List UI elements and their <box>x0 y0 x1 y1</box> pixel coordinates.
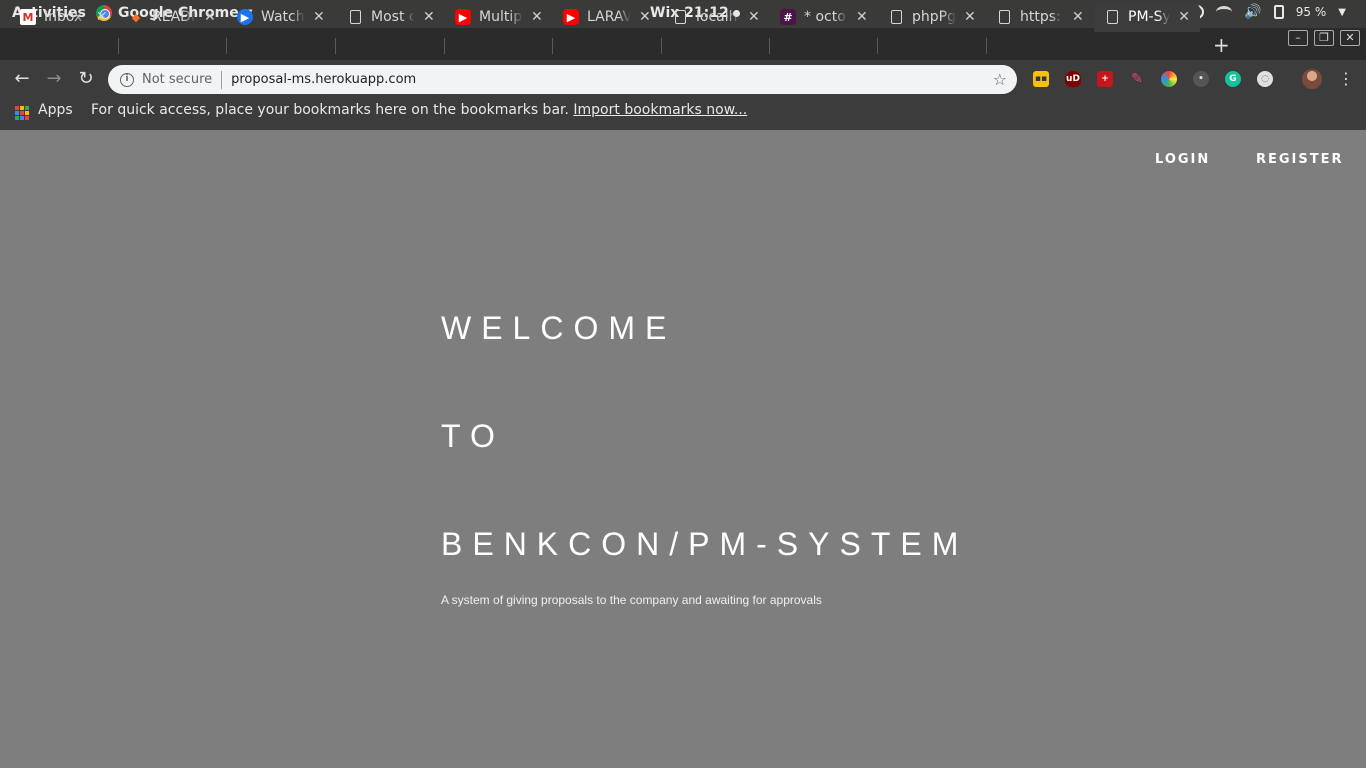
watch-icon: ▶ <box>237 9 253 25</box>
system-tray[interactable]: 🔊 95 % ▼ <box>1190 4 1346 20</box>
extension-circle-icon[interactable]: • <box>1193 71 1209 87</box>
menu-kebab-icon[interactable]: ⋮ <box>1338 69 1354 89</box>
register-link[interactable]: REGISTER <box>1256 152 1344 167</box>
page-content: LOGIN REGISTER WELCOME TO BENKCON/PM-SYS… <box>0 130 1366 768</box>
document-icon <box>1104 9 1120 25</box>
tab-separator <box>118 38 119 54</box>
tab-title: https: <box>1020 9 1061 25</box>
back-button[interactable]: ← <box>11 68 33 90</box>
chevron-down-icon: ▼ <box>1338 6 1346 18</box>
login-link[interactable]: LOGIN <box>1155 152 1210 167</box>
extension-web-icon[interactable]: ◌ <box>1257 71 1273 87</box>
close-icon[interactable]: ✕ <box>1178 9 1190 25</box>
tab-inbox[interactable]: M Inbox ( ✕ <box>20 2 108 32</box>
gitlab-icon: ◆ <box>131 10 141 24</box>
tab-separator <box>335 38 336 54</box>
wifi-icon <box>1216 6 1233 18</box>
new-tab-button[interactable]: + <box>1213 33 1230 57</box>
close-icon[interactable]: ✕ <box>423 9 435 25</box>
tab-pm-system[interactable]: PM-Sy ✕ <box>1094 2 1200 32</box>
tab-separator <box>877 38 878 54</box>
tab-title: Inbox ( <box>44 9 88 25</box>
tab-separator <box>444 38 445 54</box>
volume-icon: 🔊 <box>1244 4 1262 20</box>
hero-title: BENKCON/PM-SYSTEM <box>441 526 969 562</box>
close-icon[interactable]: ✕ <box>531 9 543 25</box>
extension-notes-icon[interactable]: ▪▪ <box>1033 71 1049 87</box>
ublock-icon[interactable]: uD <box>1065 71 1081 87</box>
tab-most[interactable]: Most c ✕ <box>347 2 435 32</box>
document-icon <box>347 9 363 25</box>
tab-title: LARAV <box>587 9 631 25</box>
extension-plus-icon[interactable]: + <box>1097 71 1113 87</box>
tab-title: PM-Sy <box>1128 9 1171 25</box>
tab-localhost[interactable]: localhc ✕ <box>672 2 760 32</box>
battery-percent: 95 % <box>1295 5 1327 19</box>
tab-title: Multipl <box>479 9 523 25</box>
maximize-button[interactable]: ❐ <box>1314 30 1334 46</box>
close-icon[interactable]: ✕ <box>96 9 108 25</box>
youtube-icon: ▶ <box>563 9 579 25</box>
apps-grid-icon[interactable] <box>15 106 29 120</box>
document-icon <box>672 9 688 25</box>
close-icon[interactable]: ✕ <box>204 9 216 25</box>
tab-separator <box>986 38 987 54</box>
gmail-icon: M <box>20 9 36 25</box>
tab-title: Watch <box>261 9 305 25</box>
import-bookmarks-link[interactable]: Import bookmarks now... <box>573 102 747 118</box>
extension-pen-icon[interactable]: ✎ <box>1129 71 1145 87</box>
hero-welcome: WELCOME <box>441 310 677 346</box>
tab-slack[interactable]: # * octo ✕ <box>780 2 868 32</box>
document-icon <box>996 9 1012 25</box>
divider <box>221 70 223 89</box>
apps-shortcut[interactable]: Apps <box>38 102 73 118</box>
close-icon[interactable]: ✕ <box>313 9 325 25</box>
security-label: Not secure <box>142 72 213 87</box>
close-icon[interactable]: ✕ <box>748 9 760 25</box>
slack-icon: # <box>780 9 796 25</box>
tab-separator <box>226 38 227 54</box>
address-bar[interactable]: i Not secure proposal-ms.herokuapp.com ☆ <box>108 65 1017 94</box>
close-icon[interactable]: ✕ <box>639 9 651 25</box>
tab-separator <box>661 38 662 54</box>
hero-subtitle: A system of giving proposals to the comp… <box>441 593 822 607</box>
tab-https[interactable]: https: ✕ <box>996 2 1084 32</box>
profile-avatar[interactable] <box>1302 69 1322 89</box>
tab-title: READM <box>152 9 196 25</box>
tab-phppg[interactable]: phpPg ✕ <box>888 2 976 32</box>
reload-button[interactable]: ↻ <box>75 68 97 90</box>
youtube-icon: ▶ <box>455 9 471 25</box>
tab-title: Most c <box>371 9 415 25</box>
grammarly-icon[interactable]: G <box>1225 71 1241 87</box>
tab-separator <box>552 38 553 54</box>
tab-title: * octo <box>804 9 846 25</box>
bookmarks-hint-text: For quick access, place your bookmarks h… <box>91 102 569 118</box>
minimize-button[interactable]: – <box>1288 30 1308 46</box>
info-icon[interactable]: i <box>120 72 134 87</box>
tab-strip <box>0 28 1366 60</box>
url-text[interactable]: proposal-ms.herokuapp.com <box>231 72 416 87</box>
close-icon[interactable]: ✕ <box>1072 9 1084 25</box>
tab-laravel[interactable]: ▶ LARAV ✕ <box>563 2 651 32</box>
browser-toolbar: ← → ↻ i Not secure proposal-ms.herokuapp… <box>0 60 1366 98</box>
battery-icon <box>1273 5 1284 19</box>
tab-separator <box>769 38 770 54</box>
close-icon[interactable]: ✕ <box>856 9 868 25</box>
close-icon[interactable]: ✕ <box>964 9 976 25</box>
close-window-button[interactable]: ✕ <box>1340 30 1360 46</box>
hero-to: TO <box>441 418 505 454</box>
tab-readme[interactable]: ◆ READM ✕ <box>128 2 216 32</box>
color-picker-icon[interactable] <box>1161 71 1177 87</box>
tab-multiple[interactable]: ▶ Multipl ✕ <box>455 2 543 32</box>
bookmark-star-icon[interactable]: ☆ <box>993 70 1007 89</box>
tab-watch[interactable]: ▶ Watch ✕ <box>237 2 325 32</box>
bookmarks-bar: Apps For quick access, place your bookma… <box>0 98 1366 130</box>
forward-button[interactable]: → <box>43 68 65 90</box>
window-controls: – ❐ ✕ <box>1288 30 1360 46</box>
tab-title: phpPg <box>912 9 956 25</box>
tab-title: localhc <box>696 9 740 25</box>
document-icon <box>888 9 904 25</box>
bookmarks-hint: For quick access, place your bookmarks h… <box>91 102 747 118</box>
